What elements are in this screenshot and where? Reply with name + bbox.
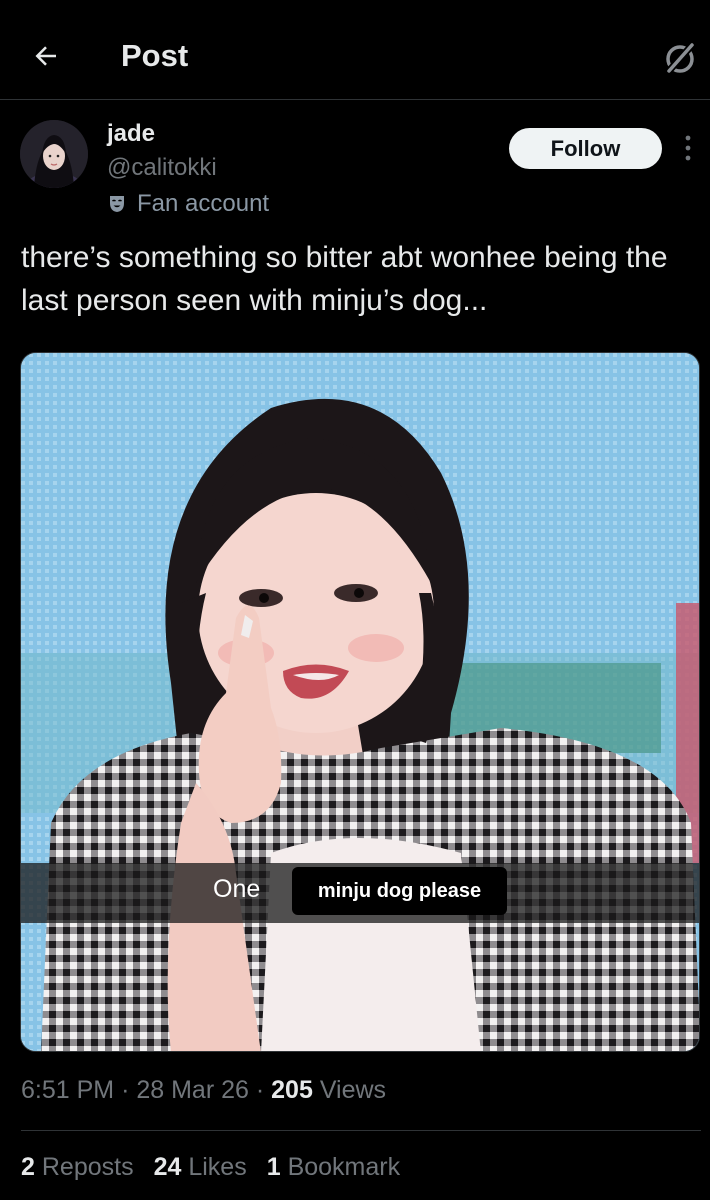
caption-prefix: One <box>213 875 261 903</box>
engagement-stats: 2 Reposts 24 Likes 1 Bookmark <box>21 1153 400 1182</box>
post-time[interactable]: 6:51 PM <box>21 1076 114 1104</box>
post-meta: 6:51 PM · 28 Mar 26 · 205 Views <box>21 1076 386 1105</box>
tweet-media[interactable] <box>20 352 700 1052</box>
arrow-left-icon <box>35 46 56 66</box>
media-photo <box>21 353 699 1051</box>
bookmarks-stat[interactable]: 1 Bookmark <box>267 1153 400 1181</box>
meta-separator: · <box>121 1076 130 1104</box>
post-date[interactable]: 28 Mar 26 <box>136 1076 249 1104</box>
avatar[interactable] <box>20 120 88 188</box>
meta-separator: · <box>255 1076 265 1104</box>
author-name[interactable]: jade <box>107 120 155 148</box>
bookmarks-count: 1 <box>266 1153 281 1181</box>
follow-button[interactable]: Follow <box>509 128 662 169</box>
caption-box: minju dog please <box>292 867 507 915</box>
account-label: Fan account <box>107 188 269 220</box>
account-label-text: Fan account <box>137 190 270 217</box>
reposts-stat[interactable]: 2 Reposts <box>21 1153 134 1181</box>
author-handle[interactable]: @calitokki <box>107 154 217 182</box>
bookmarks-label: Bookmark <box>287 1153 401 1181</box>
likes-stat[interactable]: 24 Likes <box>154 1153 247 1181</box>
likes-label: Likes <box>188 1153 247 1181</box>
divider <box>21 1130 701 1131</box>
reposts-count: 2 <box>21 1153 35 1181</box>
views-count: 205 <box>271 1076 313 1104</box>
views-label: Views <box>319 1076 387 1104</box>
grok-icon[interactable] <box>660 38 700 78</box>
theater-mask-icon <box>110 196 124 212</box>
page-title: Post <box>121 38 189 73</box>
more-vertical-icon[interactable] <box>676 130 700 166</box>
back-button[interactable] <box>26 36 66 76</box>
tweet-text: there’s something so bitter abt wonhee b… <box>21 241 668 317</box>
likes-count: 24 <box>153 1153 182 1181</box>
top-bar: Post <box>0 0 710 100</box>
reposts-label: Reposts <box>41 1153 134 1181</box>
